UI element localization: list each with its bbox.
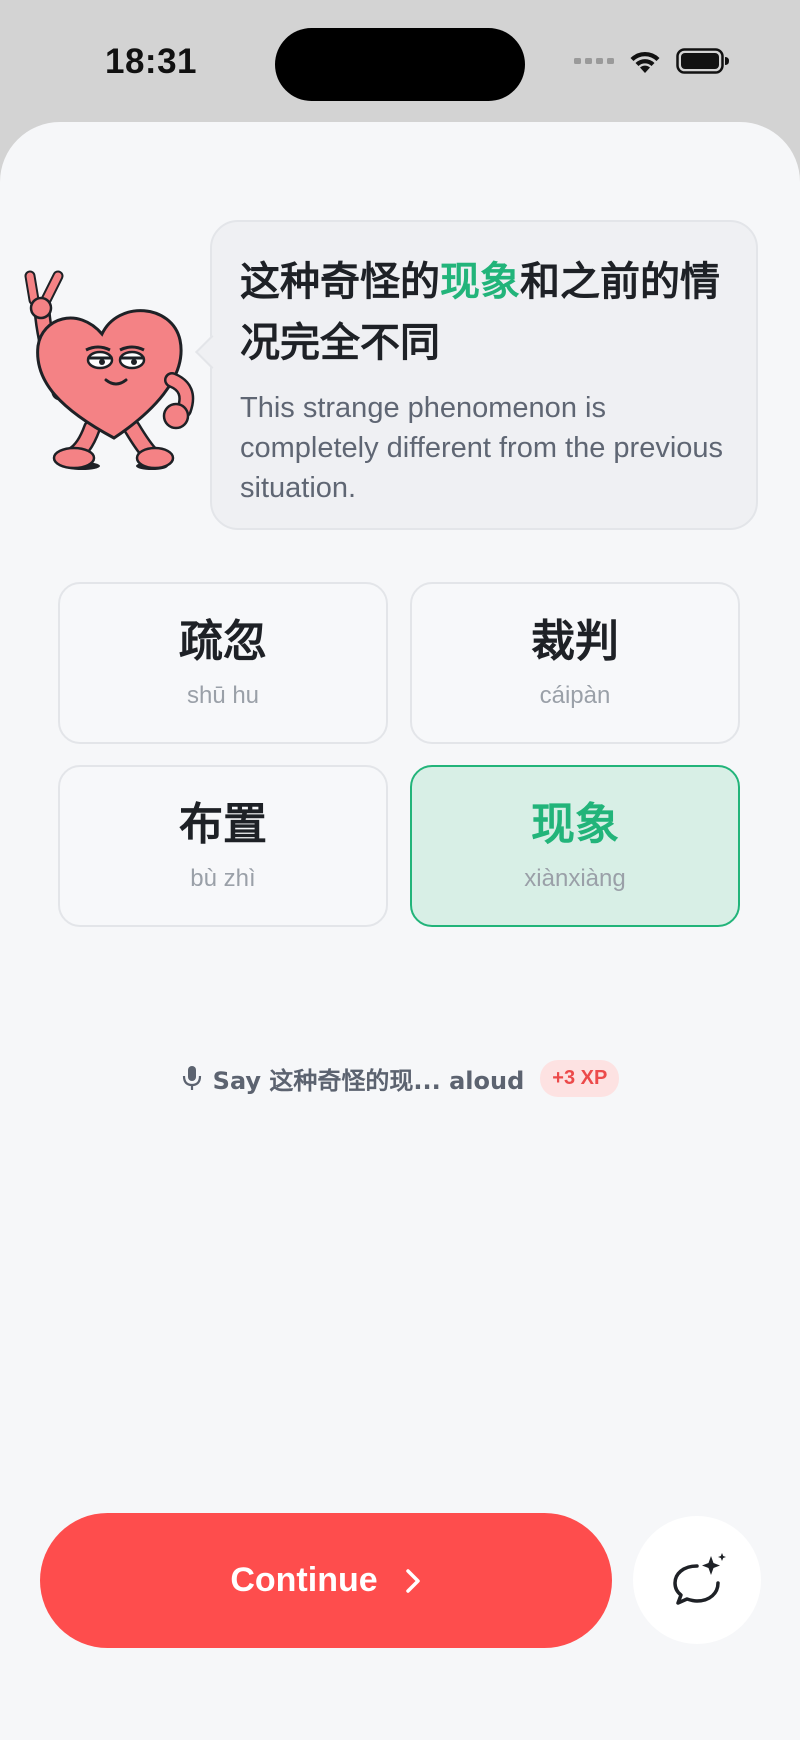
heart-mascot-icon xyxy=(24,270,195,470)
xp-badge: +3 XP xyxy=(540,1059,620,1097)
status-icons xyxy=(574,48,730,74)
dynamic-island xyxy=(275,28,525,101)
option-pinyin: shū hu xyxy=(186,682,260,709)
chat-sparkle-icon xyxy=(673,1553,726,1605)
cellular-icon xyxy=(574,58,614,64)
option-card-xianxiang-selected[interactable]: 现象 xiànxiàng xyxy=(410,765,740,927)
option-hanzi: 布置 xyxy=(179,799,267,850)
option-card-caipan[interactable]: 裁判 cáipàn xyxy=(410,582,740,744)
option-hanzi: 疏忽 xyxy=(179,616,267,667)
option-pinyin: bù zhì xyxy=(190,865,256,892)
option-hanzi: 裁判 xyxy=(531,616,619,667)
option-card-shuhu[interactable]: 疏忽 shū hu xyxy=(58,582,388,744)
chinese-sentence: 这种奇怪的现象和之前的情况完全不同 xyxy=(240,259,720,366)
option-hanzi: 现象 xyxy=(531,799,619,850)
highlighted-word: 现象 xyxy=(440,259,520,305)
speak-aloud-prompt[interactable]: Say 这种奇怪的现... aloud +3 XP xyxy=(0,1058,800,1098)
status-bar: 18:31 xyxy=(0,0,800,130)
option-pinyin: cáipàn xyxy=(539,682,611,709)
microphone-icon xyxy=(182,1066,201,1090)
ai-chat-button[interactable] xyxy=(633,1516,761,1644)
prompt-bubble: 这种奇怪的现象和之前的情况完全不同 This strange phenomeno… xyxy=(195,220,758,530)
english-translation: This strange phenomenon is completely di… xyxy=(240,392,724,504)
chevron-right-icon xyxy=(405,1568,420,1593)
option-card-buzhi[interactable]: 布置 bù zhì xyxy=(58,765,388,927)
status-time: 18:31 xyxy=(105,42,198,81)
battery-icon xyxy=(676,48,729,74)
option-pinyin: xiànxiàng xyxy=(524,865,626,892)
wifi-icon xyxy=(630,51,660,73)
continue-button[interactable]: Continue xyxy=(40,1513,612,1648)
continue-label: Continue xyxy=(230,1561,378,1599)
speak-text: Say 这种奇怪的现... aloud xyxy=(212,1066,525,1095)
